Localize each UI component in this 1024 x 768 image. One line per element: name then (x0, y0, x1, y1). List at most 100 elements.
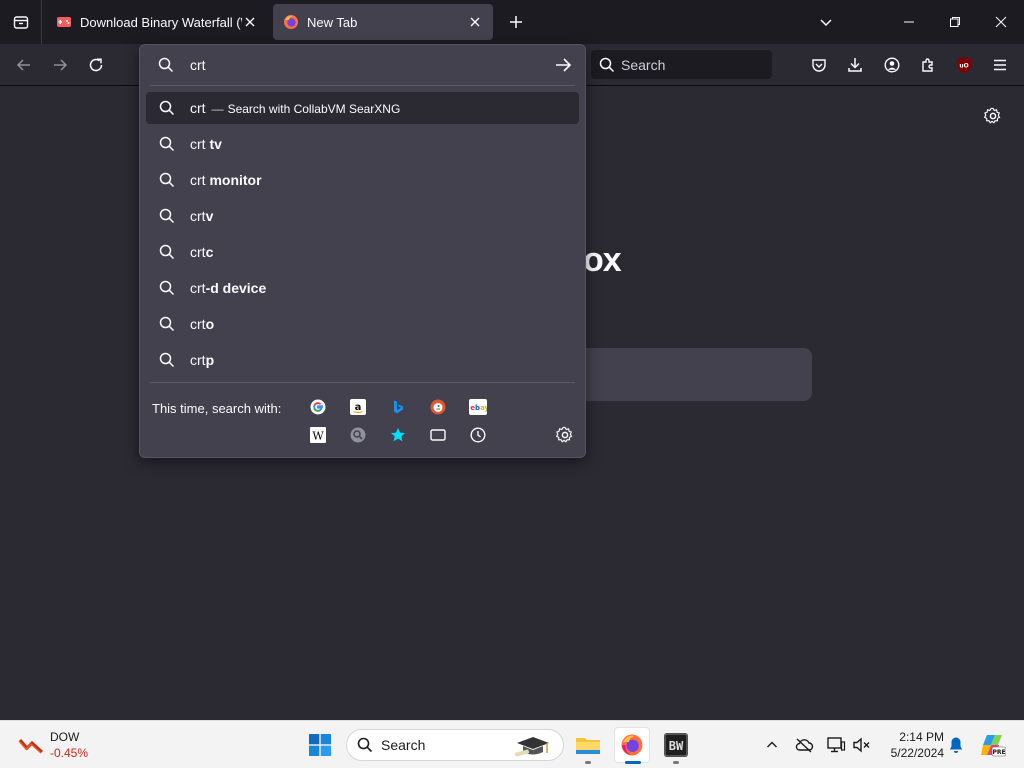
ublock-origin-button[interactable]: uO (948, 49, 980, 81)
close-icon (245, 17, 255, 27)
tab-new-tab[interactable]: New Tab (273, 4, 493, 40)
list-all-tabs-button[interactable] (0, 0, 42, 44)
close-tab-button[interactable] (242, 14, 258, 30)
close-tab-button[interactable] (467, 14, 483, 30)
duckduckgo-icon (430, 399, 446, 415)
suggestion-prefix: crt (190, 280, 206, 296)
urlbar-input-row[interactable]: crt (140, 45, 585, 85)
urlbar-input[interactable]: crt (190, 57, 206, 73)
close-icon (995, 16, 1007, 28)
restore-button[interactable] (932, 0, 978, 44)
windows-taskbar: DOW -0.45% Search BW 2:14 PM 5/22/2024 P… (0, 720, 1024, 768)
reload-button[interactable] (80, 49, 112, 81)
tab-binary-waterfall[interactable]: Download Binary Waterfall (Win (46, 4, 268, 40)
onedrive-tray-button[interactable] (794, 735, 814, 755)
downloads-button[interactable] (839, 49, 871, 81)
tab-list-icon (13, 16, 28, 29)
chevron-down-icon (820, 19, 832, 27)
forward-button[interactable] (44, 49, 76, 81)
bing-icon (394, 400, 403, 414)
account-button[interactable] (876, 49, 908, 81)
volume-tray-button[interactable] (852, 735, 872, 755)
taskbar-file-explorer[interactable] (570, 727, 606, 763)
one-off-history-button[interactable] (469, 426, 487, 444)
network-tray-button[interactable] (826, 735, 846, 755)
network-display-icon (827, 737, 846, 753)
gamepad-favicon-icon (57, 17, 71, 27)
suggestion-prefix: crt (190, 352, 206, 368)
start-button[interactable] (302, 727, 338, 763)
search-icon (158, 57, 174, 73)
one-off-google-button[interactable] (309, 398, 327, 416)
one-off-bing-button[interactable] (389, 398, 407, 416)
suggestion-row[interactable]: crt monitor (146, 164, 579, 196)
extensions-button[interactable] (912, 49, 944, 81)
new-tab-button[interactable] (502, 8, 530, 36)
suggestion-row[interactable]: crt — Search with CollabVM SearXNG (146, 92, 579, 124)
running-indicator (585, 761, 591, 764)
suggestion-prefix: crt (190, 244, 206, 260)
taskbar-firefox[interactable] (614, 727, 650, 763)
app-menu-button[interactable] (984, 49, 1016, 81)
one-off-duckduckgo-button[interactable] (429, 398, 447, 416)
suggestion-row[interactable]: crto (146, 308, 579, 340)
back-button[interactable] (8, 49, 40, 81)
svg-text:W: W (312, 430, 324, 443)
search-icon (159, 280, 175, 296)
minimize-button[interactable] (886, 0, 932, 44)
folder-icon (576, 738, 600, 754)
download-icon (848, 58, 862, 72)
suggestion-row[interactable]: crt-d device (146, 272, 579, 304)
suggestion-row[interactable]: crtp (146, 344, 579, 376)
stock-chart-icon (18, 739, 44, 754)
svg-text:PRE: PRE (992, 749, 1005, 756)
arrow-right-icon (54, 59, 68, 71)
go-arrow-icon[interactable] (554, 56, 572, 74)
suggestion-row[interactable]: crt tv (146, 128, 579, 160)
searxng-icon (350, 427, 366, 443)
close-window-button[interactable] (978, 0, 1024, 44)
tab-overflow-button[interactable] (812, 8, 840, 36)
new-tab-search-box[interactable] (586, 348, 812, 401)
notifications-button[interactable] (946, 735, 966, 755)
suggestion-row[interactable]: crtv (146, 200, 579, 232)
one-off-tabs-button[interactable] (429, 426, 447, 444)
puzzle-icon (922, 58, 933, 72)
bell-icon (949, 737, 963, 753)
toolbar-search-box[interactable]: Search (591, 50, 772, 79)
suggestion-prefix: crt (190, 172, 210, 188)
suggestion-completion: -d device (205, 280, 267, 296)
one-off-ebay-button[interactable]: ebay (469, 398, 487, 416)
one-off-amazon-button[interactable]: a (349, 398, 367, 416)
show-hidden-icons-button[interactable] (762, 735, 782, 755)
search-settings-button[interactable] (555, 426, 574, 444)
copilot-button[interactable]: PRE (980, 735, 1006, 757)
suggestion-prefix: crt (190, 208, 206, 224)
one-off-wikipedia-button[interactable]: W (309, 426, 327, 444)
one-off-bookmarks-button[interactable] (389, 426, 407, 444)
svg-text:a: a (355, 402, 362, 413)
stock-widget[interactable]: DOW -0.45% (16, 729, 116, 761)
pocket-button[interactable] (803, 49, 835, 81)
amazon-icon: a (350, 399, 366, 415)
suggestion-action: Search with CollabVM SearXNG (227, 102, 401, 116)
minimize-icon (904, 21, 914, 23)
one-off-searxng-button[interactable] (349, 426, 367, 444)
ublock-icon: uO (957, 57, 971, 73)
personalize-new-tab-button[interactable] (980, 103, 1006, 129)
hamburger-menu-icon (994, 59, 1006, 71)
suggestion-completion: o (205, 316, 215, 332)
suggestion-row[interactable]: crtc (146, 236, 579, 268)
ebay-icon: ebay (469, 399, 487, 415)
taskbar-search[interactable]: Search (346, 729, 564, 761)
suggestion-prefix: crt (190, 316, 206, 332)
taskbar-clock[interactable]: 2:14 PM 5/22/2024 (880, 729, 944, 761)
graduation-cap-icon (514, 737, 549, 757)
plus-icon (510, 16, 522, 28)
taskbar-binary-waterfall[interactable]: BW (658, 727, 694, 763)
account-icon (884, 57, 900, 73)
suggestion-dash: — (211, 102, 224, 116)
clock-time: 2:14 PM (899, 730, 944, 744)
one-off-search-label: This time, search with: (152, 401, 282, 416)
tab-title: Download Binary Waterfall (Win (80, 14, 242, 30)
